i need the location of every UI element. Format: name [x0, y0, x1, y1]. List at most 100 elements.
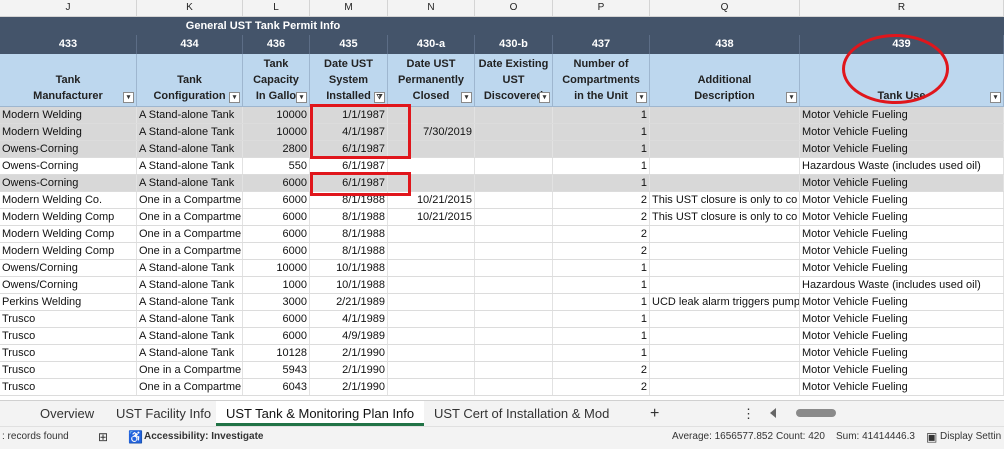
- cell-compartments[interactable]: 1: [553, 141, 650, 157]
- cell-compartments[interactable]: 1: [553, 124, 650, 140]
- cell-configuration[interactable]: One in a Compartme: [137, 209, 243, 225]
- cell-configuration[interactable]: A Stand-alone Tank: [137, 311, 243, 327]
- cell-manufacturer[interactable]: Trusco: [0, 362, 137, 378]
- cell-configuration[interactable]: A Stand-alone Tank: [137, 107, 243, 123]
- cell-installed[interactable]: 8/1/1988: [310, 209, 388, 225]
- cell-capacity[interactable]: 1000: [243, 277, 310, 293]
- filter-dropdown-icon[interactable]: ▾: [990, 92, 1001, 103]
- cell-compartments[interactable]: 1: [553, 328, 650, 344]
- cell-capacity[interactable]: 5943: [243, 362, 310, 378]
- column-header-configuration[interactable]: Tank Configuration ▾: [137, 54, 243, 106]
- cell-installed[interactable]: 4/1/1989: [310, 311, 388, 327]
- filter-dropdown-icon[interactable]: ▾: [123, 92, 134, 103]
- tab-ust-cert-installation[interactable]: UST Cert of Installation & Mod: [424, 401, 619, 426]
- tab-ust-facility-info[interactable]: UST Facility Info: [106, 401, 221, 426]
- cell-configuration[interactable]: A Stand-alone Tank: [137, 260, 243, 276]
- cell-compartments[interactable]: 2: [553, 362, 650, 378]
- cell-discovered[interactable]: [475, 243, 553, 259]
- accessibility-status[interactable]: Accessibility: Investigate: [144, 427, 264, 447]
- cell-discovered[interactable]: [475, 345, 553, 361]
- cell-tank-use[interactable]: Hazardous Waste (includes used oil): [800, 277, 1004, 293]
- cell-discovered[interactable]: [475, 175, 553, 191]
- cell-closed[interactable]: [388, 328, 475, 344]
- column-letter-compartments[interactable]: P: [553, 0, 650, 16]
- cell-description[interactable]: [650, 345, 800, 361]
- cell-configuration[interactable]: A Stand-alone Tank: [137, 124, 243, 140]
- cell-tank-use[interactable]: Motor Vehicle Fueling: [800, 362, 1004, 378]
- cell-compartments[interactable]: 1: [553, 260, 650, 276]
- cell-installed[interactable]: 2/1/1990: [310, 379, 388, 395]
- cell-manufacturer[interactable]: Owens-Corning: [0, 175, 137, 191]
- cell-installed[interactable]: 8/1/1988: [310, 243, 388, 259]
- cell-configuration[interactable]: One in a Compartme: [137, 226, 243, 242]
- cell-tank-use[interactable]: Motor Vehicle Fueling: [800, 243, 1004, 259]
- cell-manufacturer[interactable]: Modern Welding Comp: [0, 226, 137, 242]
- cell-closed[interactable]: [388, 277, 475, 293]
- cell-discovered[interactable]: [475, 124, 553, 140]
- cell-configuration[interactable]: One in a Compartme: [137, 243, 243, 259]
- filter-dropdown-icon[interactable]: ▾: [229, 92, 240, 103]
- cell-capacity[interactable]: 6000: [243, 311, 310, 327]
- column-letter-installed[interactable]: M: [310, 0, 388, 16]
- cell-description[interactable]: [650, 362, 800, 378]
- add-sheet-button[interactable]: +: [640, 401, 669, 426]
- scroll-thumb[interactable]: [796, 409, 836, 417]
- cell-capacity[interactable]: 550: [243, 158, 310, 174]
- cell-configuration[interactable]: A Stand-alone Tank: [137, 328, 243, 344]
- cell-discovered[interactable]: [475, 158, 553, 174]
- display-settings-icon[interactable]: ▣: [926, 427, 937, 447]
- cell-capacity[interactable]: 6000: [243, 209, 310, 225]
- more-tabs-icon[interactable]: ⋮: [732, 401, 765, 426]
- cell-closed[interactable]: 10/21/2015: [388, 209, 475, 225]
- cell-closed[interactable]: [388, 243, 475, 259]
- cell-manufacturer[interactable]: Perkins Welding: [0, 294, 137, 310]
- cell-discovered[interactable]: [475, 260, 553, 276]
- display-settings-button[interactable]: Display Settin: [940, 427, 1001, 447]
- cell-installed[interactable]: 8/1/1988: [310, 226, 388, 242]
- cell-closed[interactable]: [388, 226, 475, 242]
- cell-capacity[interactable]: 10000: [243, 107, 310, 123]
- cell-description[interactable]: [650, 158, 800, 174]
- cell-installed[interactable]: 10/1/1988: [310, 260, 388, 276]
- cell-tank-use[interactable]: Motor Vehicle Fueling: [800, 294, 1004, 310]
- cell-closed[interactable]: [388, 294, 475, 310]
- cell-discovered[interactable]: [475, 328, 553, 344]
- cell-capacity[interactable]: 6000: [243, 226, 310, 242]
- cell-manufacturer[interactable]: Owens/Corning: [0, 277, 137, 293]
- cell-configuration[interactable]: A Stand-alone Tank: [137, 294, 243, 310]
- cell-compartments[interactable]: 1: [553, 294, 650, 310]
- cell-tank-use[interactable]: Motor Vehicle Fueling: [800, 311, 1004, 327]
- cell-tank-use[interactable]: Motor Vehicle Fueling: [800, 345, 1004, 361]
- column-header-manufacturer[interactable]: Tank Manufacturer ▾: [0, 54, 137, 106]
- cell-installed[interactable]: 10/1/1988: [310, 277, 388, 293]
- cell-compartments[interactable]: 1: [553, 277, 650, 293]
- cell-configuration[interactable]: A Stand-alone Tank: [137, 277, 243, 293]
- column-letter-description[interactable]: Q: [650, 0, 800, 16]
- cell-tank-use[interactable]: Motor Vehicle Fueling: [800, 328, 1004, 344]
- cell-manufacturer[interactable]: Trusco: [0, 379, 137, 395]
- cell-manufacturer[interactable]: Trusco: [0, 328, 137, 344]
- cell-compartments[interactable]: 2: [553, 209, 650, 225]
- cell-installed[interactable]: 2/1/1990: [310, 362, 388, 378]
- cell-closed[interactable]: [388, 345, 475, 361]
- cell-capacity[interactable]: 3000: [243, 294, 310, 310]
- cell-description[interactable]: UCD leak alarm triggers pump: [650, 294, 800, 310]
- cell-discovered[interactable]: [475, 379, 553, 395]
- cell-description[interactable]: [650, 175, 800, 191]
- cell-capacity[interactable]: 6000: [243, 328, 310, 344]
- cell-installed[interactable]: 2/1/1990: [310, 345, 388, 361]
- cell-tank-use[interactable]: Motor Vehicle Fueling: [800, 260, 1004, 276]
- cell-manufacturer[interactable]: Modern Welding: [0, 107, 137, 123]
- cell-description[interactable]: [650, 277, 800, 293]
- cell-compartments[interactable]: 2: [553, 379, 650, 395]
- tab-ust-tank-monitoring-plan-info[interactable]: UST Tank & Monitoring Plan Info: [216, 401, 425, 426]
- column-letter-configuration[interactable]: K: [137, 0, 243, 16]
- cell-description[interactable]: [650, 379, 800, 395]
- cell-capacity[interactable]: 6000: [243, 175, 310, 191]
- cell-discovered[interactable]: [475, 294, 553, 310]
- cell-tank-use[interactable]: Motor Vehicle Fueling: [800, 192, 1004, 208]
- cell-description[interactable]: [650, 328, 800, 344]
- cell-discovered[interactable]: [475, 362, 553, 378]
- cell-description[interactable]: [650, 226, 800, 242]
- cell-tank-use[interactable]: Motor Vehicle Fueling: [800, 124, 1004, 140]
